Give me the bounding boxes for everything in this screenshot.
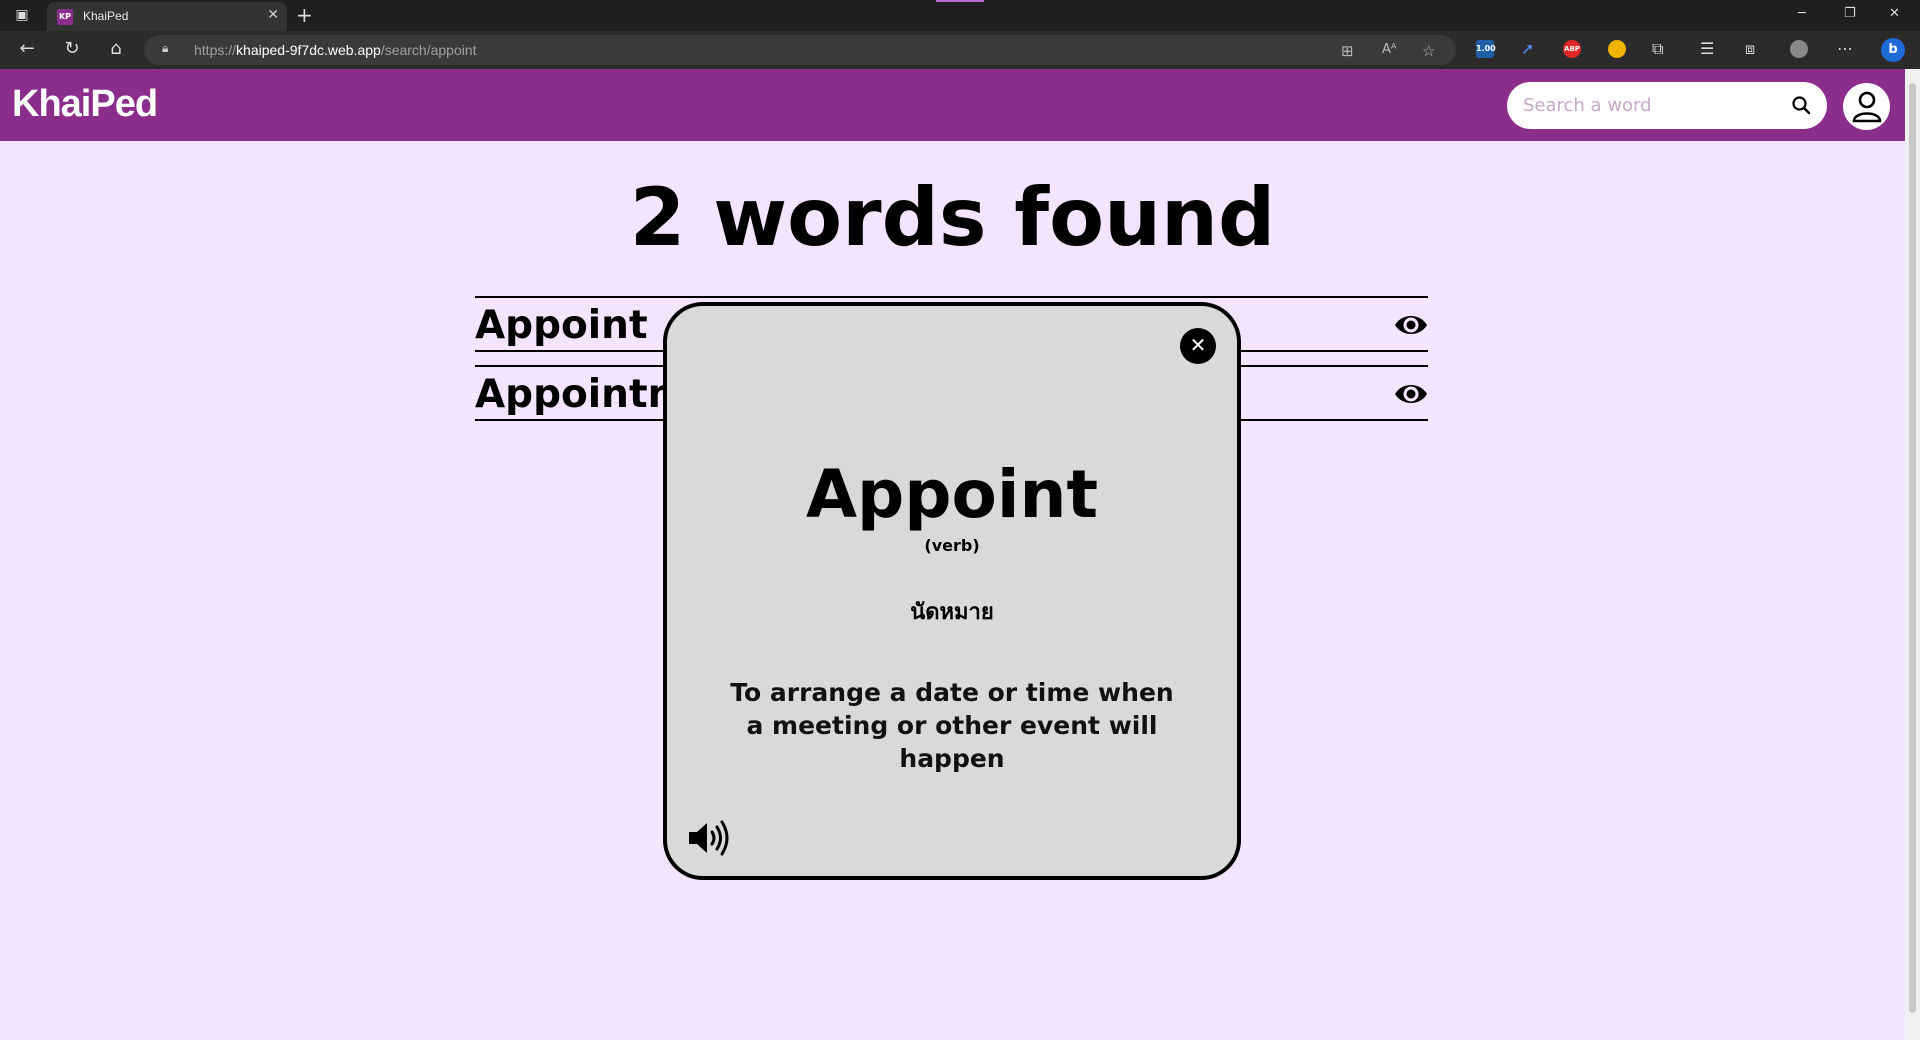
user-icon [1852, 91, 1882, 123]
close-icon[interactable]: ✕ [1180, 328, 1216, 364]
eye-icon[interactable] [1394, 310, 1428, 340]
collections-icon[interactable]: ⧈ [1745, 39, 1755, 59]
browser-toolbar: ← ↻ ⌂ 🔒︎ https://khaiped-9f7dc.web.app/s… [0, 31, 1920, 69]
url-text[interactable]: https://khaiped-9f7dc.web.app/search/app… [194, 42, 477, 58]
browser-tabbar: ▣ KP KhaiPed ✕ + ─ ❐ ✕ [0, 0, 1920, 31]
favorites-icon[interactable]: ☰ [1700, 39, 1714, 58]
extensions-puzzle-icon[interactable]: ⧉ [1652, 39, 1663, 59]
close-window-icon[interactable]: ✕ [1889, 6, 1900, 21]
adblock-icon[interactable]: ABP [1563, 40, 1581, 58]
extension-arrow-icon[interactable]: ➚ [1521, 39, 1534, 58]
extension-badge-icon[interactable]: 1.00 [1476, 40, 1496, 58]
favorite-star-icon[interactable]: ☆ [1422, 42, 1435, 60]
restore-icon[interactable]: ❐ [1844, 6, 1856, 21]
lock-icon[interactable]: 🔒︎ [162, 41, 174, 55]
address-bar[interactable]: 🔒︎ https://khaiped-9f7dc.web.app/search/… [144, 35, 1456, 65]
app-available-icon[interactable]: ⊞ [1341, 42, 1354, 60]
tab-close-icon[interactable]: ✕ [267, 7, 279, 23]
thai-translation: นัดหมาย [910, 600, 994, 625]
profile-avatar-icon[interactable] [1790, 40, 1808, 58]
modal-word-title: Appoint [805, 456, 1099, 533]
tab-title: KhaiPed [83, 9, 129, 23]
home-icon[interactable]: ⌂ [105, 39, 127, 59]
search-icon[interactable] [1791, 95, 1811, 115]
site-header: KhaiPed [0, 69, 1905, 141]
results-count-heading: 2 words found [629, 171, 1276, 264]
refresh-icon[interactable]: ↻ [61, 39, 83, 59]
speaker-icon[interactable] [687, 818, 733, 858]
bing-copilot-icon[interactable]: b [1881, 38, 1905, 62]
word-label[interactable]: Appoint [475, 303, 648, 348]
eye-icon[interactable] [1394, 379, 1428, 409]
more-menu-icon[interactable]: ⋯ [1837, 39, 1853, 58]
tab-actions-icon[interactable]: ▣ [14, 7, 30, 23]
site-logo[interactable]: KhaiPed [12, 83, 158, 126]
page: KhaiPed 2 words found Appoint Appointme [0, 69, 1905, 1040]
back-icon[interactable]: ← [16, 39, 38, 59]
extension-circle-icon[interactable] [1608, 40, 1626, 58]
word-detail-modal: ✕ Appoint (verb) นัดหมาย To arrange a da… [663, 302, 1241, 880]
search-box[interactable] [1507, 82, 1827, 129]
part-of-speech: (verb) [924, 536, 980, 555]
browser-tab[interactable]: KP KhaiPed ✕ [47, 2, 287, 31]
search-input[interactable] [1523, 92, 1783, 118]
window-accent [936, 0, 984, 2]
new-tab-icon[interactable]: + [296, 3, 313, 27]
scrollbar-thumb[interactable] [1909, 83, 1916, 1013]
page-scrollbar[interactable] [1905, 69, 1920, 1040]
minimize-icon[interactable]: ─ [1798, 6, 1806, 21]
user-account-button[interactable] [1843, 83, 1890, 130]
definition-text: To arrange a date or time when a meeting… [730, 678, 1174, 773]
tab-favicon-icon: KP [57, 9, 73, 25]
read-aloud-icon[interactable]: Aᴬ [1382, 42, 1397, 57]
